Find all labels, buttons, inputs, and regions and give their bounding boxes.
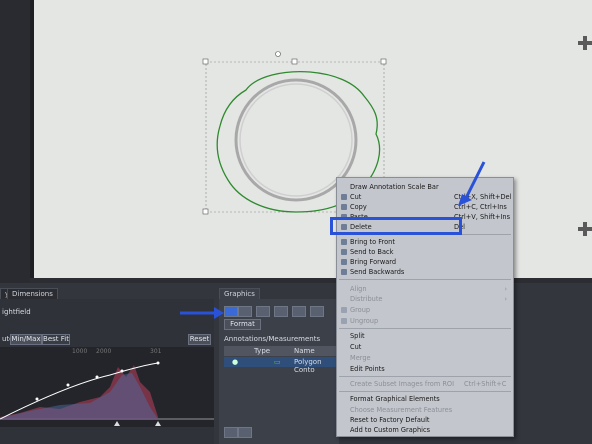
folder-button[interactable] — [238, 427, 252, 438]
text-tool-button[interactable] — [310, 306, 324, 317]
submenu-arrow-icon: › — [504, 285, 507, 293]
menu-item-reset-default[interactable]: Reset to Factory Default — [337, 415, 513, 425]
selection-handle — [202, 58, 209, 65]
graphics-pane: Format Annotations/Measurements Type Nam… — [219, 299, 339, 444]
selection-handle — [291, 58, 298, 65]
menu-item-split[interactable]: Split — [337, 331, 513, 341]
menu-item-merge[interactable]: Merge — [337, 353, 513, 363]
menu-item-format-graphical[interactable]: Format Graphical Elements — [337, 394, 513, 404]
annotations-header: Type Name — [224, 346, 336, 356]
histogram-chart[interactable] — [0, 347, 214, 427]
table-row[interactable]: ● ▭ Polygon Conto — [224, 357, 336, 374]
menu-item-align[interactable]: Align › — [337, 284, 513, 294]
rectangle-tool-button[interactable] — [256, 306, 270, 317]
pointer-arrow-icon — [180, 307, 224, 319]
menu-item-bring-forward[interactable]: Bring Forward — [337, 257, 513, 267]
selection-handle — [380, 58, 387, 65]
menu-item-edit-points[interactable]: Edit Points — [337, 364, 513, 374]
context-menu: Draw Annotation Scale Bar Cut Ctrl+X, Shi… — [336, 177, 514, 437]
delete-highlight-box — [330, 217, 462, 235]
reset-button[interactable]: Reset — [188, 334, 211, 345]
minmax-tab[interactable]: Min/Max — [10, 334, 42, 345]
row-name: Polygon Conto — [294, 358, 322, 374]
format-button[interactable]: Format — [224, 319, 261, 330]
axis-tick: 1000 — [72, 348, 88, 355]
channel-label: ightfield — [2, 308, 31, 316]
group-icon — [341, 307, 347, 313]
axis-tick: 301 — [150, 348, 162, 355]
bring-forward-icon — [341, 259, 347, 265]
menu-item-ungroup[interactable]: Ungroup — [337, 316, 513, 326]
crosshair-marker — [578, 222, 592, 236]
axis-tick: 2000 — [96, 348, 112, 355]
menu-item-group[interactable]: Group — [337, 305, 513, 315]
hand-tool-button[interactable] — [238, 306, 252, 317]
annotations-title: Annotations/Measurements — [224, 335, 321, 343]
send-back-icon — [341, 249, 347, 255]
ungroup-icon — [341, 318, 347, 324]
select-tool-button[interactable] — [224, 306, 238, 317]
selection-handle — [202, 208, 209, 215]
rotate-handle — [275, 51, 281, 57]
copy-icon — [341, 204, 347, 210]
polygon-icon: ▭ — [274, 358, 281, 366]
menu-item-send-to-back[interactable]: Send to Back — [337, 247, 513, 257]
column-name[interactable]: Name — [294, 347, 315, 355]
scissors-icon — [341, 194, 347, 200]
circle-tool-button[interactable] — [274, 306, 288, 317]
menu-item-bring-to-front[interactable]: Bring to Front — [337, 237, 513, 247]
submenu-arrow-icon: › — [504, 295, 507, 303]
bestfit-tab[interactable]: Best Fit — [42, 334, 70, 345]
measure-button[interactable] — [224, 427, 238, 438]
menu-item-distribute[interactable]: Distribute › — [337, 294, 513, 304]
menu-item-add-custom[interactable]: Add to Custom Graphics — [337, 425, 513, 435]
eye-icon[interactable]: ● — [232, 358, 238, 366]
polygon-tool-button[interactable] — [292, 306, 306, 317]
bring-front-icon — [341, 239, 347, 245]
viewer-left-strip — [0, 0, 30, 283]
column-type[interactable]: Type — [254, 347, 270, 355]
menu-item-cut-contour[interactable]: Cut — [337, 342, 513, 352]
pointer-arrow-icon — [458, 161, 486, 206]
menu-item-create-subset[interactable]: Create Subset Images from ROI Ctrl+Shift+… — [337, 379, 513, 389]
menu-item-choose-features[interactable]: Choose Measurement Features — [337, 405, 513, 415]
crosshair-marker — [578, 36, 592, 50]
menu-item-send-backwards[interactable]: Send Backwards — [337, 267, 513, 277]
send-backwards-icon — [341, 269, 347, 275]
